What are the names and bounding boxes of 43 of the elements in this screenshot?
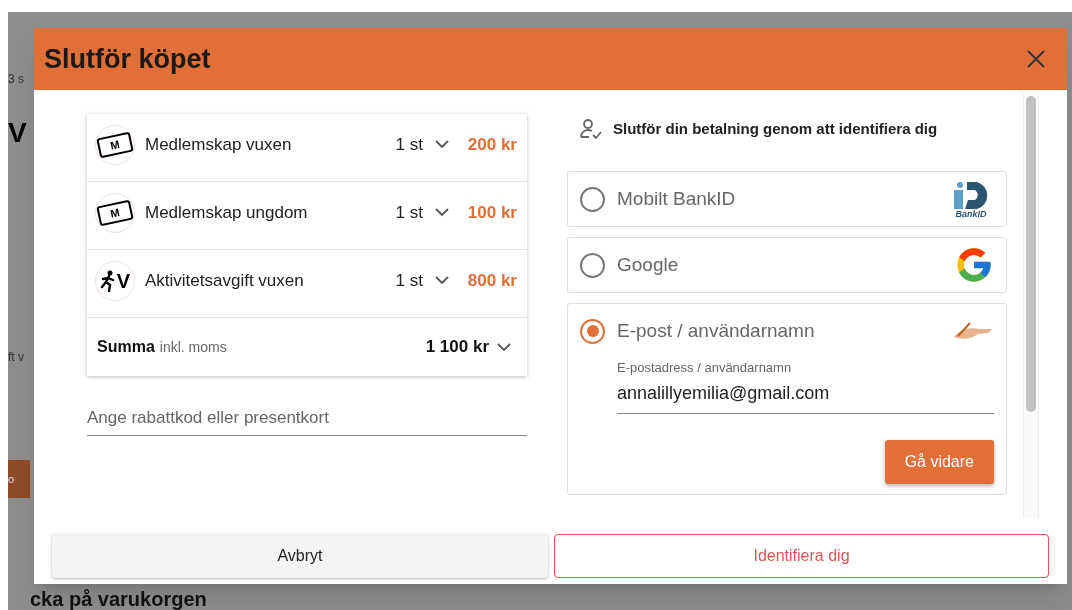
radio-button[interactable] [580,318,605,344]
discount-field[interactable]: Ange rabattkod eller presentkort [87,400,527,436]
identify-heading: Slutför din betalning genom att identifiera dig [613,118,938,139]
background-text: V [8,116,27,150]
chevron-down-icon[interactable] [435,140,449,149]
field-label: E-postadress / användarnamn [617,359,793,377]
dialog-title: Slutför köpet [44,42,211,76]
scrollbar[interactable] [1023,94,1039,518]
option-label: Google [617,252,680,277]
radio-button[interactable] [580,252,605,278]
item-quantity: 1 st [395,201,423,224]
user-check-icon [579,118,603,140]
item-name: Aktivitetsavgift vuxen [145,269,305,292]
item-quantity: 1 st [395,133,423,156]
item-quantity: 1 st [395,269,423,292]
item-name: Medlemskap ungdom [145,201,309,224]
payment-option[interactable]: Google [567,237,1007,293]
background-text: ft v [8,349,24,366]
google-logo [954,245,994,285]
identify-button[interactable]: Identifiera dig [554,534,1049,578]
background-heading: cka på varukorgen [29,588,208,610]
item-price: 200 kr [466,133,517,156]
writing-hand-icon [952,321,994,341]
radio-button[interactable] [580,186,605,212]
cancel-button[interactable]: Avbryt [52,534,548,578]
close-icon[interactable] [1027,50,1045,68]
sum-total: 1 100 kr [425,336,489,359]
payment-option[interactable]: E-post / användarnamn E-postadress / användarnamn annalillyemilia@gmail.com Gå vidare [567,303,1007,495]
sum-label: Summa [97,337,155,357]
item-price: 100 kr [466,201,517,224]
background-text: 3 s [8,71,24,88]
chevron-down-icon[interactable] [497,342,511,352]
chevron-down-icon[interactable] [435,208,449,217]
option-label: Mobilt BankID [617,186,737,211]
payment-option[interactable]: Mobilt BankID BankID [567,171,1007,227]
item-name: Medlemskap vuxen [145,133,293,156]
item-price: 800 kr [466,269,517,292]
email-field[interactable]: E-postadress / användarnamn annalillyemilia@gmail.com [617,358,994,414]
option-label: E-post / användarnamn [617,318,816,343]
field-value: annalillyemilia@gmail.com [617,381,831,405]
vat-note: inkl. moms [159,337,228,357]
bankid-logo: BankID [948,179,994,219]
chevron-down-icon[interactable] [435,276,449,285]
